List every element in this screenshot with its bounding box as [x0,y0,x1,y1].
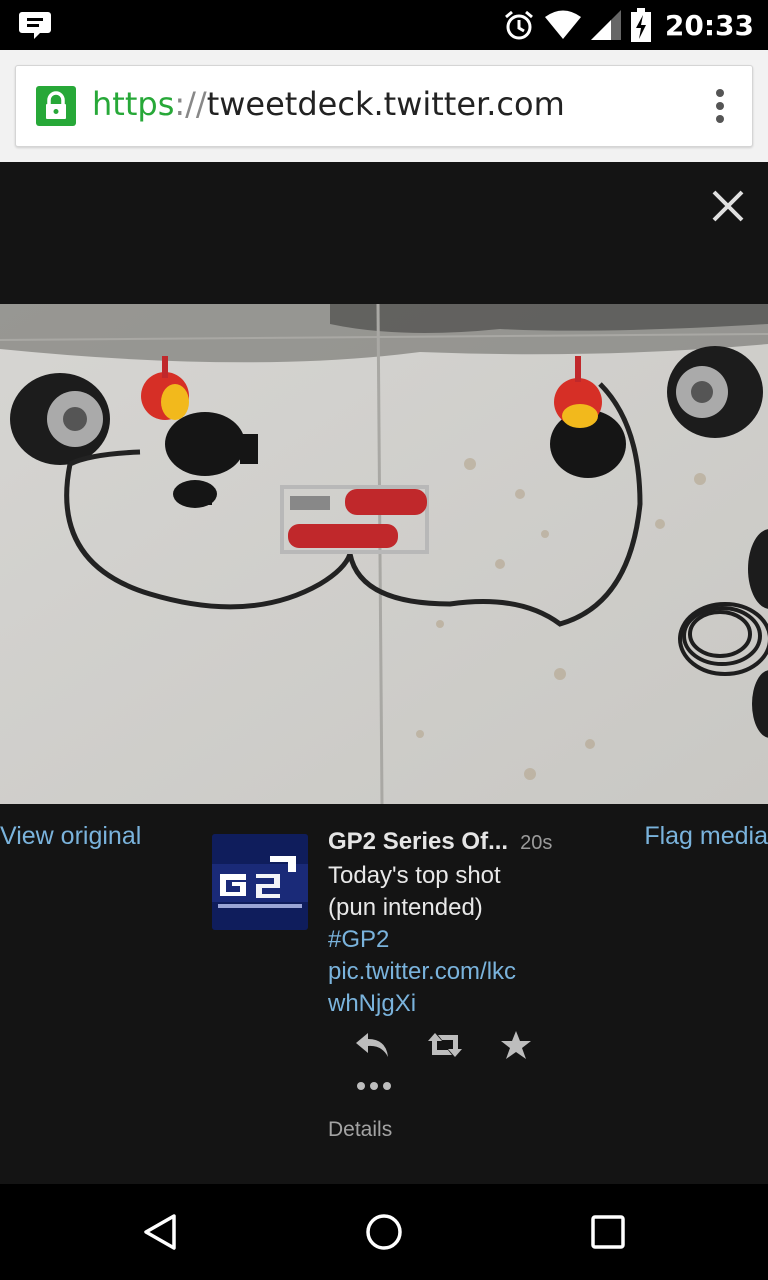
favorite-icon[interactable] [500,1030,532,1060]
tyre-right [667,346,763,438]
url-scheme: https [92,85,175,123]
url-host: tweetdeck.twitter.com [206,85,565,123]
status-bar: 20:33 [0,0,768,50]
home-icon[interactable] [364,1212,404,1252]
more-icon[interactable] [356,1080,392,1092]
back-icon[interactable] [140,1212,180,1252]
chat-bubble-icon [19,12,51,39]
clock-time: 20:33 [664,8,754,42]
browser-toolbar: https://tweetdeck.twitter.com [0,50,768,162]
navigation-bar [0,1184,768,1280]
wifi-icon [544,10,581,39]
tyre-left [10,373,110,465]
author-name[interactable]: GP2 Series Of... [328,828,508,856]
media-viewer: View original Flag media GP2 Series Of..… [0,162,768,1184]
lock-icon[interactable] [36,86,76,126]
url-text[interactable]: https://tweetdeck.twitter.com [92,85,565,123]
tweet-text-line: Today's top shot [328,862,501,889]
reply-icon[interactable] [354,1031,390,1059]
close-icon[interactable] [708,186,748,226]
tweet-text: Today's top shot (pun intended) #GP2 pic… [328,860,568,1020]
alarm-icon [504,10,533,40]
pit-stop-photo [0,304,768,804]
tweet-actions [354,1030,532,1060]
pic-link-continued[interactable]: whNjgXi [328,988,568,1020]
url-bar[interactable]: https://tweetdeck.twitter.com [15,65,753,147]
avatar[interactable] [212,834,308,930]
overflow-menu-icon[interactable] [714,88,726,124]
tweet: GP2 Series Of... 20s Today's top shot (p… [328,828,568,1020]
details-link[interactable]: Details [328,1118,392,1142]
url-separator: :// [174,85,207,123]
tweet-header: GP2 Series Of... 20s [328,828,568,856]
tweet-photo[interactable] [0,304,768,804]
flag-media-link[interactable]: Flag media [644,822,768,851]
hashtag-link[interactable]: #GP2 [328,924,568,956]
battery-charging-icon [630,8,651,42]
pic-link[interactable]: pic.twitter.com/lkc [328,956,568,988]
signal-icon [590,10,621,40]
recents-icon[interactable] [588,1212,628,1252]
gp2-series-logo [212,834,308,930]
tweet-time[interactable]: 20s [520,832,552,855]
tweet-text-line: (pun intended) [328,894,483,921]
retweet-icon[interactable] [426,1031,464,1059]
view-original-link[interactable]: View original [0,822,141,851]
